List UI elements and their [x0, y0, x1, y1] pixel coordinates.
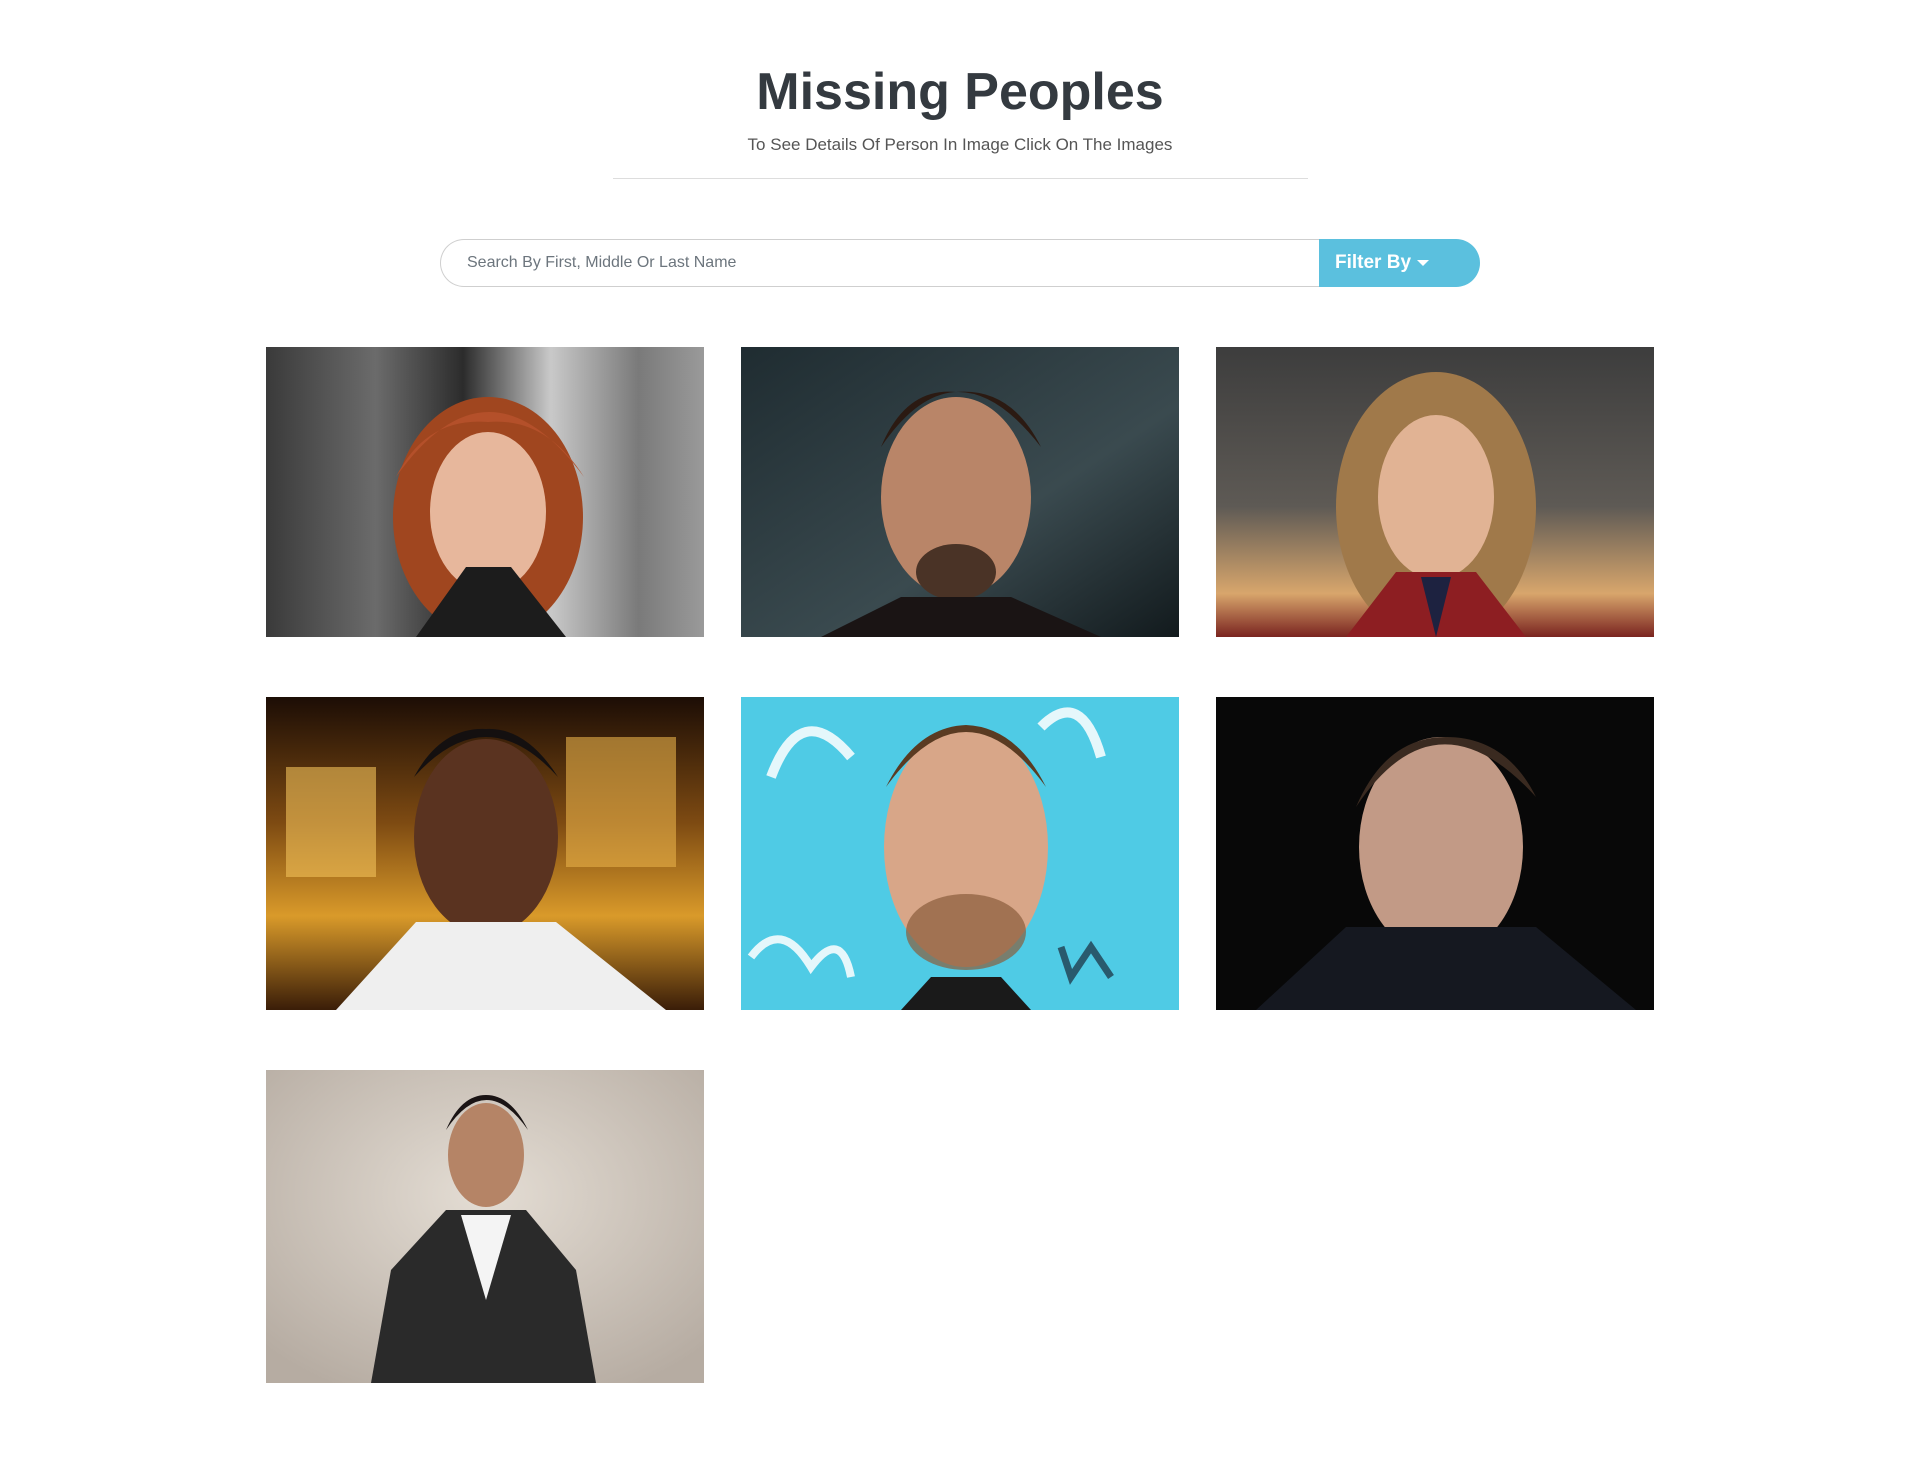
person-photo-image: [1216, 347, 1654, 637]
person-photo-image: [266, 1070, 704, 1383]
person-photo-image: [1216, 697, 1654, 1010]
missing-person-photo-6[interactable]: [1216, 697, 1654, 1010]
missing-person-photo-5[interactable]: [741, 697, 1179, 1010]
missing-person-photo-7[interactable]: [266, 1070, 704, 1383]
missing-person-photo-3[interactable]: [1216, 347, 1654, 637]
search-input[interactable]: [440, 239, 1319, 287]
person-photo-image: [266, 697, 704, 1010]
filter-by-label: Filter By: [1335, 252, 1412, 273]
filter-by-dropdown-button[interactable]: Filter By: [1319, 239, 1480, 287]
missing-person-photo-1[interactable]: [266, 347, 704, 637]
missing-person-photo-2[interactable]: [741, 347, 1179, 637]
person-photo-image: [741, 697, 1179, 1010]
search-bar: Filter By: [440, 239, 1480, 287]
header-divider: [613, 178, 1308, 179]
page-subtitle: To See Details Of Person In Image Click …: [747, 135, 1173, 154]
missing-person-photo-4[interactable]: [266, 697, 704, 1010]
page: Missing Peoples To See Details Of Person…: [0, 0, 1920, 1463]
caret-down-icon: [1417, 260, 1430, 266]
person-photo-image: [266, 347, 704, 637]
page-title: Missing Peoples: [756, 63, 1164, 121]
person-photo-image: [741, 347, 1179, 637]
